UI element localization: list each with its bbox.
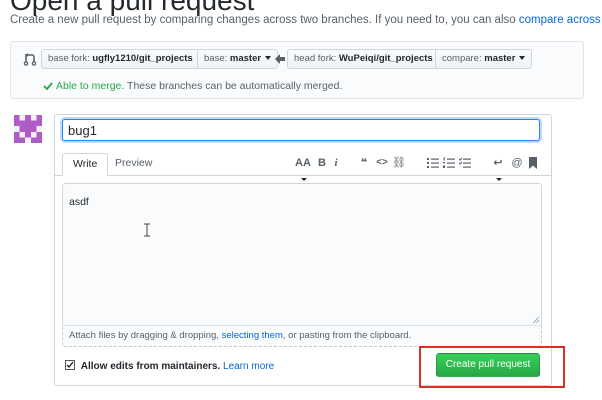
- heading-icon: AA: [295, 157, 311, 169]
- caret-down-icon: [300, 177, 307, 181]
- compare-branch-select[interactable]: compare: master: [435, 49, 533, 69]
- tab-write[interactable]: Write: [62, 153, 109, 176]
- unordered-list-icon[interactable]: [427, 157, 439, 169]
- base-label: base:: [204, 53, 230, 64]
- reply-button[interactable]: ↩: [491, 155, 505, 181]
- base-fork-label: base fork:: [48, 53, 93, 64]
- learn-more-link[interactable]: Learn more: [223, 361, 274, 372]
- head-fork-label: head fork:: [294, 53, 339, 64]
- page-subtitle: Create a new pull request by comparing c…: [10, 14, 602, 26]
- allow-edits-option: Allow edits from maintainers. Learn more: [65, 360, 274, 372]
- head-fork-select[interactable]: head fork: WuPeiqi/git_projects: [287, 49, 450, 69]
- compare-label: compare:: [442, 53, 485, 64]
- reply-icon: ↩: [493, 157, 503, 169]
- subtitle-text: Create a new pull request by comparing c…: [10, 14, 519, 26]
- ordered-list-icon[interactable]: [443, 157, 455, 169]
- checkmark-icon: [66, 361, 74, 369]
- base-fork-select[interactable]: base fork: ugfly1210/git_projects: [41, 49, 210, 69]
- attach-text-end: , or pasting from the clipboard.: [282, 330, 412, 341]
- base-fork-value: ugfly1210/git_projects: [92, 53, 193, 64]
- code-icon: <>: [376, 157, 388, 168]
- caret-down-icon: [495, 177, 502, 181]
- compare-across-forks-link[interactable]: compare across forks: [519, 14, 602, 26]
- mention-icon: @: [511, 157, 523, 169]
- attach-files-area[interactable]: Attach files by dragging & dropping, sel…: [62, 325, 542, 347]
- italic-button[interactable]: i: [331, 155, 341, 171]
- identicon-avatar: [14, 115, 42, 143]
- quote-button[interactable]: ❝: [358, 155, 370, 171]
- text-cursor-icon: [144, 223, 150, 237]
- base-branch-select[interactable]: base: master: [197, 49, 279, 69]
- base-value: master: [229, 53, 262, 64]
- quote-icon: ❝: [360, 157, 368, 169]
- bold-icon: B: [318, 157, 326, 169]
- git-compare-icon: [23, 53, 37, 66]
- resize-handle-icon[interactable]: [533, 317, 539, 323]
- link-button[interactable]: ⛓: [392, 155, 406, 171]
- heading-button[interactable]: AA: [293, 155, 313, 181]
- allow-edits-checkbox[interactable]: [65, 360, 75, 370]
- compare-value: master: [484, 53, 516, 64]
- attach-text: Attach files by dragging & dropping,: [69, 330, 222, 341]
- select-files-link[interactable]: selecting them: [222, 330, 283, 341]
- compare-range-box: base fork: ugfly1210/git_projects base: …: [10, 41, 584, 99]
- bold-button[interactable]: B: [317, 155, 327, 171]
- title-input[interactable]: [62, 119, 540, 141]
- italic-icon: i: [334, 157, 338, 169]
- check-icon: [43, 82, 53, 91]
- arrow-left-icon: [275, 54, 285, 64]
- merge-status-ok: Able to merge.: [56, 80, 125, 92]
- caret-down-icon: [265, 56, 272, 61]
- merge-status-detail: These branches can be automatically merg…: [124, 80, 343, 92]
- tab-preview[interactable]: Preview: [105, 153, 162, 176]
- head-fork-value: WuPeiqi/git_projects: [338, 53, 433, 64]
- caret-down-icon: [519, 56, 526, 61]
- task-list-icon[interactable]: [459, 157, 471, 169]
- annotation-highlight: [419, 346, 565, 388]
- allow-edits-label: Allow edits from maintainers.: [80, 361, 221, 372]
- body-textarea[interactable]: asdf: [62, 183, 542, 325]
- bookmark-icon[interactable]: [528, 157, 538, 169]
- mention-button[interactable]: @: [511, 155, 523, 171]
- link-icon: ⛓: [392, 157, 406, 169]
- merge-status: Able to merge. These branches can be aut…: [43, 80, 342, 92]
- code-button[interactable]: <>: [375, 155, 389, 171]
